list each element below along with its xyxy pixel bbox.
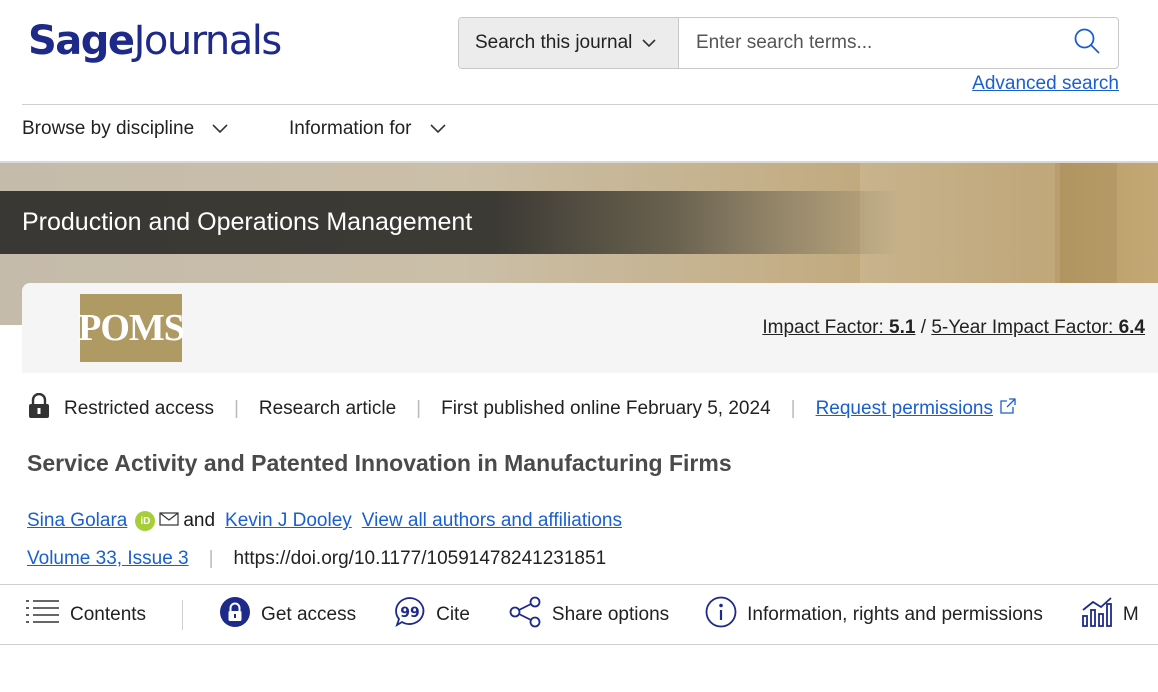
chevron-down-icon xyxy=(212,118,228,140)
contents-label: Contents xyxy=(70,604,147,625)
toolbar-bottom-divider xyxy=(0,644,1158,645)
header-divider xyxy=(22,104,1158,105)
article-title: Service Activity and Patented Innovation… xyxy=(27,450,732,476)
list-icon xyxy=(26,599,60,631)
author-link[interactable]: Kevin J Dooley xyxy=(225,510,352,532)
article-toolbar: Contents Get access 99 Cite Share option… xyxy=(26,596,1139,634)
search-scope-label: Search this journal xyxy=(475,32,633,53)
share-icon xyxy=(508,596,542,634)
publication-date: First published online February 5, 2024 xyxy=(441,398,771,419)
logo-sage: Sage xyxy=(28,18,135,64)
impact-factor-label: Impact Factor: xyxy=(762,317,890,338)
info-icon xyxy=(705,596,737,634)
author-list: Sina Golara iD and Kevin J Dooley View a… xyxy=(27,510,622,532)
toolbar-separator xyxy=(182,600,184,630)
doi[interactable]: https://doi.org/10.1177/1059147824123185… xyxy=(234,548,607,570)
article-meta: Restricted access | Research article | F… xyxy=(28,392,1017,425)
metrics-label: M xyxy=(1122,604,1139,625)
share-options-label: Share options xyxy=(551,604,670,625)
nav-browse-by-discipline[interactable]: Browse by discipline xyxy=(22,118,228,140)
contents-button[interactable]: Contents xyxy=(26,599,146,631)
lock-icon xyxy=(28,392,50,425)
nav-label: Information for xyxy=(289,118,412,139)
get-access-label: Get access xyxy=(261,604,357,625)
journal-cover-logo[interactable]: POMS xyxy=(78,294,185,362)
volume-doi-row: Volume 33, Issue 3 | https://doi.org/10.… xyxy=(27,548,607,570)
author-link[interactable]: Sina Golara xyxy=(27,510,127,532)
email-icon[interactable] xyxy=(159,510,179,532)
cite-button[interactable]: 99 Cite xyxy=(394,596,470,634)
chevron-down-icon xyxy=(642,32,656,54)
five-year-impact-value: 6.4 xyxy=(1118,317,1145,338)
information-rights-button[interactable]: Information, rights and permissions xyxy=(705,596,1043,634)
share-options-button[interactable]: Share options xyxy=(508,596,669,634)
author-separator: and xyxy=(183,510,216,531)
metrics-button[interactable]: M xyxy=(1081,596,1139,634)
bar-chart-icon xyxy=(1081,596,1113,634)
nav-information-for[interactable]: Information for xyxy=(289,118,446,140)
search-scope-dropdown[interactable]: Search this journal xyxy=(459,18,679,68)
journal-title[interactable]: Production and Operations Management xyxy=(0,191,900,254)
article-type: Research article xyxy=(258,398,397,419)
access-status: Restricted access xyxy=(64,398,214,419)
orcid-icon[interactable]: iD xyxy=(135,511,156,531)
five-year-impact-label: 5-Year Impact Factor: xyxy=(931,317,1119,338)
request-permissions-link[interactable]: Request permissions xyxy=(816,398,993,420)
toolbar-top-divider xyxy=(0,584,1158,585)
chevron-down-icon xyxy=(429,118,446,140)
impact-factor[interactable]: Impact Factor: 5.1 / 5-Year Impact Facto… xyxy=(762,317,1145,339)
quote-icon: 99 xyxy=(394,596,426,634)
information-rights-label: Information, rights and permissions xyxy=(747,604,1043,625)
search-icon xyxy=(1073,27,1101,60)
nav-label: Browse by discipline xyxy=(22,118,195,139)
impact-factor-value: 5.1 xyxy=(889,317,916,338)
lock-icon xyxy=(219,596,251,634)
search-button[interactable] xyxy=(1056,18,1118,68)
search-input[interactable] xyxy=(679,18,1056,68)
svg-text:99: 99 xyxy=(400,605,419,621)
sage-journals-logo[interactable]: SageJournals xyxy=(28,14,283,68)
all-authors-link[interactable]: View all authors and affiliations xyxy=(362,510,622,532)
cite-label: Cite xyxy=(436,604,470,625)
search-bar: Search this journal xyxy=(458,17,1119,69)
advanced-search-link[interactable]: Advanced search xyxy=(972,73,1119,95)
get-access-button[interactable]: Get access xyxy=(219,596,356,634)
logo-journals: Journals xyxy=(133,18,283,64)
volume-issue-link[interactable]: Volume 33, Issue 3 xyxy=(27,548,189,570)
external-link-icon xyxy=(999,397,1017,421)
